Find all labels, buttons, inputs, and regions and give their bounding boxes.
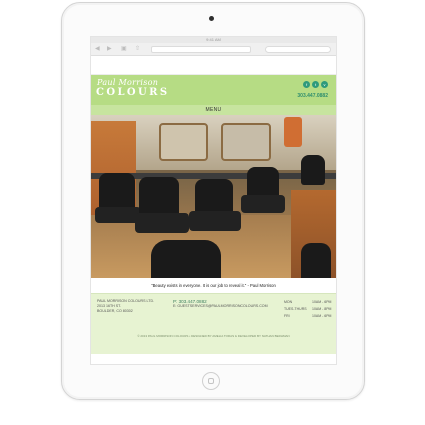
twitter-icon[interactable]: t	[312, 81, 319, 88]
salon-photo	[91, 115, 336, 278]
footer-hours: MON 10AM - 6PM TUES-THURS 10AM - 8PM FRI 10…	[284, 300, 332, 318]
menu-button[interactable]: MENU	[91, 105, 336, 115]
copyright: © 2013 PAUL MORRISON COLOURS • DESIGNED …	[137, 334, 290, 338]
salon-quote: "Beauty exists in everyone. It is our jo…	[91, 278, 336, 293]
ipad-screen: 9:41 AM ◀ ▶ ▣ ⇧ Paul Morrison COLOURS f …	[90, 36, 337, 365]
header-phone[interactable]: 303.447.0882	[297, 93, 328, 99]
browser-toolbar: ◀ ▶ ▣ ⇧	[91, 43, 336, 56]
footer-address: PAUL MORRISON COLOURS LTD. 2013 16TH ST.…	[97, 299, 155, 313]
book-icon[interactable]: ▣	[121, 46, 127, 52]
address-bar[interactable]	[151, 46, 251, 53]
site-footer: PAUL MORRISON COLOURS LTD. 2013 16TH ST.…	[91, 293, 336, 354]
camera-icon	[209, 16, 214, 21]
home-button[interactable]	[202, 372, 220, 390]
vimeo-icon[interactable]: v	[321, 81, 328, 88]
logo-script[interactable]: Paul Morrison	[97, 78, 158, 87]
tab-strip	[91, 56, 336, 75]
share-icon[interactable]: ⇧	[135, 46, 140, 52]
chevron-left-icon[interactable]: ◀	[95, 46, 100, 52]
chevron-right-icon[interactable]: ▶	[107, 46, 112, 52]
search-input[interactable]	[265, 46, 331, 53]
social-links: f t v	[303, 81, 328, 88]
home-square-icon	[208, 378, 214, 384]
site-header: Paul Morrison COLOURS f t v 303.447.0882	[91, 75, 336, 105]
facebook-icon[interactable]: f	[303, 81, 310, 88]
logo-wordmark[interactable]: COLOURS	[96, 87, 169, 98]
footer-contact: P: 303.447.0882 E: GUESTSERVICES@PAULMOR…	[173, 299, 268, 309]
footer-email[interactable]: E: GUESTSERVICES@PAULMORRISONCOLOURS.COM	[173, 304, 268, 309]
